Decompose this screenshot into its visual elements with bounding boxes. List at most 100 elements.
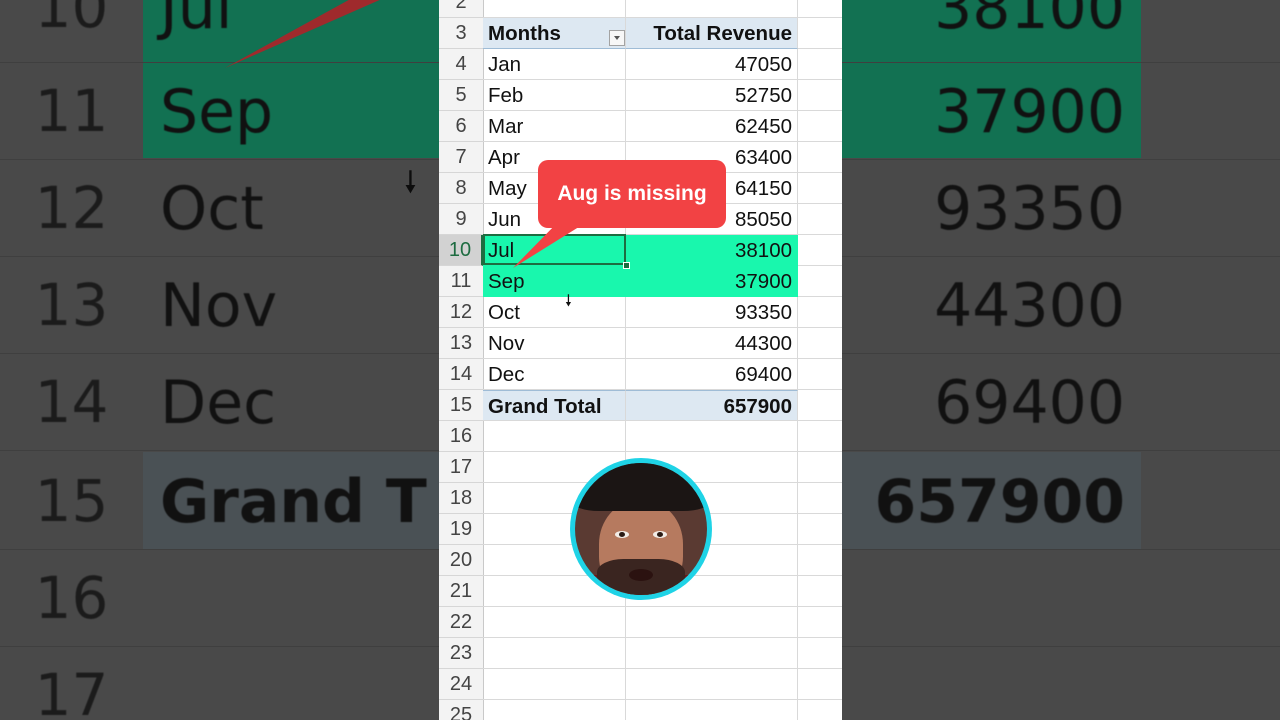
revenue-cell[interactable]: 38100 (626, 235, 798, 266)
avatar-eye (653, 531, 667, 538)
avatar-mouth (629, 569, 653, 581)
cell[interactable] (626, 638, 798, 669)
avatar-eye (615, 531, 629, 538)
row-number[interactable]: 13 (439, 328, 483, 359)
row-number[interactable]: 14 (439, 359, 483, 390)
cell[interactable] (798, 576, 842, 607)
cell[interactable] (798, 483, 842, 514)
cell[interactable] (798, 204, 842, 235)
pivot-header-row: 3 Months Total Revenue (439, 18, 842, 49)
revenue-cell[interactable]: 93350 (626, 297, 798, 328)
revenue-cell[interactable]: 44300 (626, 328, 798, 359)
cell[interactable] (798, 18, 842, 49)
cell[interactable] (798, 390, 842, 421)
cell[interactable] (798, 328, 842, 359)
row-number[interactable]: 21 (439, 576, 483, 607)
row-number[interactable]: 16 (439, 421, 483, 452)
grand-total-value[interactable]: 657900 (626, 390, 798, 421)
month-cell[interactable]: Mar (483, 111, 626, 142)
month-cell[interactable]: Feb (483, 80, 626, 111)
row-number[interactable]: 8 (439, 173, 483, 204)
row-number[interactable]: 15 (439, 390, 483, 421)
row-number[interactable]: 23 (439, 638, 483, 669)
cell[interactable] (798, 545, 842, 576)
row-number[interactable]: 9 (439, 204, 483, 235)
cell[interactable] (798, 235, 842, 266)
cell[interactable] (798, 421, 842, 452)
row-number[interactable]: 17 (439, 452, 483, 483)
cell[interactable] (483, 421, 626, 452)
grid-row: 23 (439, 638, 842, 669)
cell[interactable] (798, 638, 842, 669)
month-cell[interactable]: Sep (483, 266, 626, 297)
row-number[interactable]: 6 (439, 111, 483, 142)
row-number-active[interactable]: 10 (439, 235, 483, 266)
row-number[interactable]: 19 (439, 514, 483, 545)
cell[interactable] (483, 700, 626, 720)
cell[interactable] (798, 514, 842, 545)
row-number[interactable]: 22 (439, 607, 483, 638)
table-row: 12 Oct 93350 (439, 297, 842, 328)
cell[interactable] (483, 0, 626, 18)
cell[interactable] (798, 80, 842, 111)
cell[interactable] (483, 669, 626, 700)
month-cell[interactable]: Dec (483, 359, 626, 390)
row-number[interactable]: 3 (439, 18, 483, 49)
row-number[interactable]: 11 (439, 266, 483, 297)
month-cell[interactable]: Nov (483, 328, 626, 359)
revenue-cell[interactable]: 69400 (626, 359, 798, 390)
cell[interactable] (798, 111, 842, 142)
cell[interactable] (798, 173, 842, 204)
revenue-cell[interactable]: 37900 (626, 266, 798, 297)
cell[interactable] (798, 669, 842, 700)
cell[interactable] (798, 266, 842, 297)
cell[interactable] (626, 0, 798, 18)
table-row: 5 Feb 52750 (439, 80, 842, 111)
cell[interactable] (626, 700, 798, 720)
revenue-cell[interactable]: 62450 (626, 111, 798, 142)
spreadsheet-grid[interactable]: 2 3 Months Total Revenue 4 Jan 47050 5 F… (439, 0, 842, 720)
row-number[interactable]: 18 (439, 483, 483, 514)
cell[interactable] (626, 669, 798, 700)
grid-row: 22 (439, 607, 842, 638)
row-number[interactable]: 25 (439, 700, 483, 720)
month-cell[interactable]: Jan (483, 49, 626, 80)
cell[interactable] (798, 359, 842, 390)
grand-total-label[interactable]: Grand Total (483, 390, 626, 421)
cell[interactable] (483, 607, 626, 638)
table-row: 6 Mar 62450 (439, 111, 842, 142)
cell[interactable] (626, 607, 798, 638)
cell[interactable] (798, 452, 842, 483)
cell[interactable] (798, 700, 842, 720)
row-number[interactable]: 4 (439, 49, 483, 80)
row-number[interactable]: 24 (439, 669, 483, 700)
months-header[interactable]: Months (483, 18, 626, 49)
row-number[interactable]: 5 (439, 80, 483, 111)
avatar-photo (575, 463, 707, 595)
row-number[interactable]: 12 (439, 297, 483, 328)
total-revenue-header[interactable]: Total Revenue (626, 18, 798, 49)
row-number[interactable]: 2 (439, 0, 483, 18)
grid-row: 16 (439, 421, 842, 452)
table-row-highlighted: 11 Sep 37900 (439, 266, 842, 297)
revenue-cell[interactable]: 52750 (626, 80, 798, 111)
month-cell[interactable]: Oct (483, 297, 626, 328)
table-row: 13 Nov 44300 (439, 328, 842, 359)
grand-total-row: 15 Grand Total 657900 (439, 390, 842, 421)
cell[interactable] (798, 0, 842, 18)
cell[interactable] (798, 607, 842, 638)
aug-missing-callout: Aug is missing (538, 160, 726, 228)
avatar-face (597, 501, 685, 595)
row-number[interactable]: 20 (439, 545, 483, 576)
cell[interactable] (483, 638, 626, 669)
fill-handle[interactable] (623, 262, 630, 269)
table-row: 4 Jan 47050 (439, 49, 842, 80)
cell[interactable] (798, 49, 842, 80)
cell[interactable] (798, 297, 842, 328)
filter-dropdown-icon[interactable] (609, 30, 625, 46)
row-number[interactable]: 7 (439, 142, 483, 173)
revenue-cell[interactable]: 47050 (626, 49, 798, 80)
cell[interactable] (626, 421, 798, 452)
table-row: 14 Dec 69400 (439, 359, 842, 390)
cell[interactable] (798, 142, 842, 173)
